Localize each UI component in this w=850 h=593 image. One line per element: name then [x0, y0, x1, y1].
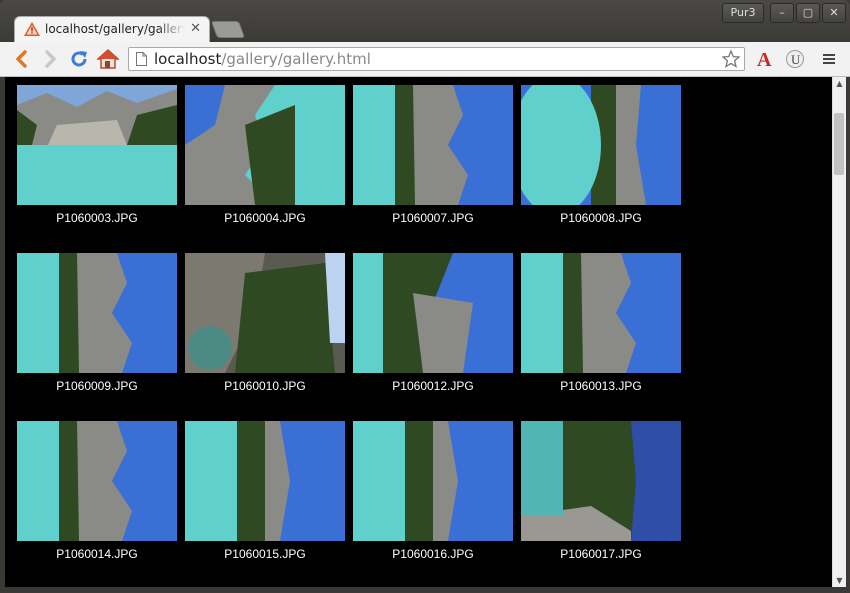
warning-icon	[24, 22, 40, 36]
home-button[interactable]	[97, 48, 119, 70]
thumbnail-caption: P1060015.JPG	[224, 547, 306, 561]
thumbnail-image[interactable]	[353, 85, 513, 205]
gallery-item[interactable]: P1060016.JPG	[353, 421, 513, 566]
extension-circle-button[interactable]: U	[784, 48, 806, 70]
gallery-item[interactable]: P1060012.JPG	[353, 253, 513, 398]
scroll-up-arrow-icon[interactable]: ▲	[834, 79, 845, 88]
thumbnail-image[interactable]	[521, 253, 681, 373]
thumbnail-image[interactable]	[17, 253, 177, 373]
page-icon	[136, 52, 147, 66]
gallery-item[interactable]: P1060013.JPG	[521, 253, 681, 398]
thumbnail-image[interactable]	[185, 421, 345, 541]
thumbnail-image[interactable]	[185, 253, 345, 373]
tab-strip: localhost/gallery/gallery.html ✕ Pur3 – …	[0, 0, 850, 42]
home-icon	[97, 49, 119, 69]
thumbnail-caption: P1060003.JPG	[56, 211, 138, 225]
page-content: P1060003.JPG P1060004.JPG P1060007.JPG P…	[5, 77, 832, 587]
svg-text:U: U	[791, 52, 801, 67]
browser-window: localhost/gallery/gallery.html ✕ Pur3 – …	[0, 0, 850, 593]
tab-active[interactable]: localhost/gallery/gallery.html ✕	[14, 16, 210, 42]
scroll-down-arrow-icon[interactable]: ▼	[834, 576, 845, 585]
gallery-item[interactable]: P1060003.JPG	[17, 85, 177, 230]
hamburger-menu-icon	[823, 54, 835, 64]
thumbnail-caption: P1060009.JPG	[56, 379, 138, 393]
thumbnail-image[interactable]	[353, 421, 513, 541]
gallery-item[interactable]: P1060008.JPG	[521, 85, 681, 230]
minimize-button[interactable]: –	[770, 3, 794, 23]
thumbnail-caption: P1060007.JPG	[392, 211, 474, 225]
thumbnail-caption: P1060014.JPG	[56, 547, 138, 561]
thumbnail-caption: P1060008.JPG	[560, 211, 642, 225]
profile-button[interactable]: Pur3	[722, 3, 764, 23]
url-text: localhost/gallery/gallery.html	[154, 50, 371, 68]
thumbnail-caption: P1060012.JPG	[392, 379, 474, 393]
scrollbar-thumb[interactable]	[834, 113, 844, 175]
thumbnail-caption: P1060010.JPG	[224, 379, 306, 393]
extension-icon: U	[786, 50, 804, 68]
close-tab-icon[interactable]: ✕	[190, 21, 201, 36]
back-arrow-icon	[16, 50, 27, 68]
thumbnail-image[interactable]	[521, 421, 681, 541]
gallery-item[interactable]: P1060015.JPG	[185, 421, 345, 566]
reload-button[interactable]	[68, 48, 90, 70]
thumbnail-image[interactable]	[521, 85, 681, 205]
gallery-item[interactable]: P1060017.JPG	[521, 421, 681, 566]
vertical-scrollbar[interactable]: ▲ ▼	[832, 77, 846, 587]
thumbnail-caption: P1060017.JPG	[560, 547, 642, 561]
svg-text:A: A	[757, 49, 772, 69]
gallery-item[interactable]: P1060004.JPG	[185, 85, 345, 230]
address-bar[interactable]: localhost/gallery/gallery.html	[128, 47, 745, 71]
new-tab-button[interactable]	[210, 21, 246, 38]
thumbnail-caption: P1060016.JPG	[392, 547, 474, 561]
gallery-item[interactable]: P1060010.JPG	[185, 253, 345, 398]
forward-arrow-icon	[45, 50, 56, 68]
menu-button[interactable]	[818, 48, 840, 70]
bookmark-star-icon[interactable]	[720, 48, 742, 70]
thumbnail-image[interactable]	[353, 253, 513, 373]
maximize-button[interactable]: ▢	[796, 3, 820, 23]
close-window-button[interactable]: ✕	[822, 3, 846, 23]
tab-title: localhost/gallery/gallery.html	[45, 22, 185, 36]
letter-a-icon: A	[757, 49, 772, 69]
url-path: /gallery/gallery.html	[221, 50, 371, 68]
thumbnail-image[interactable]	[185, 85, 345, 205]
gallery-item[interactable]: P1060009.JPG	[17, 253, 177, 398]
thumbnail-image[interactable]	[17, 421, 177, 541]
reload-icon	[71, 51, 87, 67]
back-button[interactable]	[10, 48, 32, 70]
gallery-item[interactable]: P1060014.JPG	[17, 421, 177, 566]
forward-button[interactable]	[40, 48, 62, 70]
toolbar: localhost/gallery/gallery.html A U	[0, 42, 850, 77]
gallery-item[interactable]: P1060007.JPG	[353, 85, 513, 230]
thumbnail-caption: P1060004.JPG	[224, 211, 306, 225]
thumbnail-caption: P1060013.JPG	[560, 379, 642, 393]
url-host: localhost	[154, 50, 222, 68]
extension-a-button[interactable]: A	[754, 48, 776, 70]
thumbnail-image[interactable]	[17, 85, 177, 205]
